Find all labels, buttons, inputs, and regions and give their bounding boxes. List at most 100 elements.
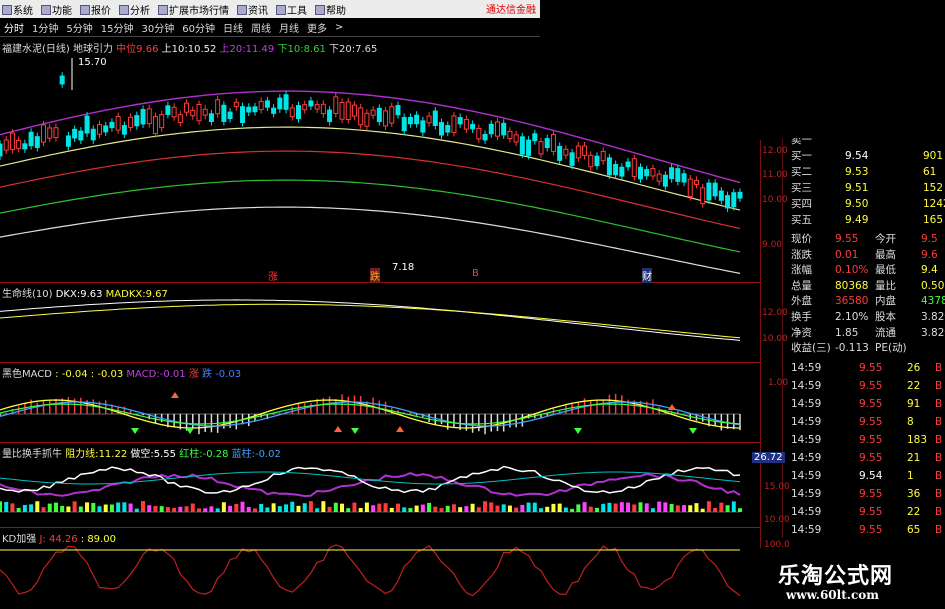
candle-body <box>177 114 183 123</box>
candle-body <box>9 132 15 150</box>
fund-bar <box>60 505 65 512</box>
fund-bar <box>271 503 276 512</box>
stat-value: 3.82亿 <box>921 326 945 339</box>
fund-bar <box>259 503 264 512</box>
stat-value: 43788 <box>921 295 945 308</box>
tick-row: 14:59 9.55 22 B <box>783 379 945 394</box>
fund-bar <box>514 507 519 512</box>
stat-value: 9.4 <box>921 264 938 277</box>
main-panel-title: 福建水泥(日线) 地球引力 中位9.66 上10:10.52 上20:11.49… <box>2 40 377 55</box>
kd-title: KD加强 <box>2 534 37 545</box>
fund-bar <box>53 502 58 512</box>
fund-bar <box>340 503 345 512</box>
kline-chart[interactable] <box>0 0 760 609</box>
short-value: 5.55 <box>153 449 177 460</box>
fund-bar <box>228 505 233 512</box>
fund-bar <box>78 506 83 512</box>
candle-body <box>128 116 134 128</box>
logo-url: www.60lt.com <box>786 588 879 602</box>
candle-body <box>3 139 9 151</box>
stat-label: 外盘 <box>791 295 812 308</box>
stat-value: 9.5 <box>921 233 938 245</box>
candle-body <box>588 154 594 168</box>
stat-label: 涨幅 <box>791 264 812 277</box>
candle-body <box>569 152 575 166</box>
fund-bar <box>327 506 332 512</box>
fund-bar <box>141 501 146 512</box>
candle-body <box>638 166 644 180</box>
fund-bar <box>103 504 108 512</box>
fund-bar <box>16 507 21 512</box>
fund-bar <box>507 505 512 512</box>
candle-body <box>196 104 202 122</box>
fund-bar <box>35 501 40 512</box>
fund-bar <box>234 503 239 512</box>
candle-body <box>0 143 3 157</box>
quote-panel: 卖一买一9.54901买二9.5361买三9.51152买四9.501242买五… <box>783 138 945 538</box>
candle-body <box>165 105 171 115</box>
candle-body <box>283 94 289 110</box>
tick-volume: 1 <box>907 469 914 482</box>
macd-rise-label: 涨 <box>188 369 199 380</box>
stat-row: 涨幅 0.10% 最低 9.4 <box>783 263 945 278</box>
fund-bar <box>433 506 438 512</box>
madkx-value: 9.67 <box>145 289 168 300</box>
fund-bar <box>184 506 189 512</box>
fund-bar <box>464 506 469 512</box>
tick-price: 9.55 <box>859 397 883 410</box>
bid-volume: 165 <box>923 214 944 226</box>
fund-bar <box>570 508 575 512</box>
stat-value: 0.50 <box>921 279 945 292</box>
macd-arrow-down-icon <box>689 428 697 434</box>
candle-body <box>414 114 420 125</box>
bid-row: 买二 9.53 61 <box>783 165 945 180</box>
bid-volume: 152 <box>923 182 944 194</box>
fund-bar <box>364 502 369 512</box>
tick-time: 14:59 <box>791 451 822 464</box>
fund-bar <box>476 507 481 512</box>
fund-bar <box>738 508 742 512</box>
site-logo: 乐淘公式网 www.60lt.com <box>758 548 945 609</box>
candle-body <box>625 161 631 168</box>
macd-fall-value: -0.03 <box>215 369 242 380</box>
fund-bar <box>520 504 525 512</box>
fund-bar <box>178 506 183 512</box>
candle-body <box>501 122 507 136</box>
blue-bar-label: 蓝柱: <box>231 449 256 460</box>
candle-body <box>718 190 724 201</box>
candle-body <box>712 182 718 197</box>
candle-body <box>507 130 513 140</box>
candle-body <box>582 145 588 156</box>
stat-value: 0.01 <box>835 248 859 261</box>
candle-body <box>221 104 227 122</box>
candle-body <box>289 107 295 118</box>
stat-row: 外盘 36580 内盘 43788 <box>783 294 945 309</box>
fund-bar <box>159 506 164 512</box>
macd-value: -0.01 <box>159 369 186 380</box>
kd-line <box>0 544 741 597</box>
tick-price: 9.55 <box>859 487 883 500</box>
candle-body <box>575 145 581 159</box>
fund-bar <box>147 505 152 512</box>
candle-body <box>631 158 637 177</box>
fund-bar <box>47 503 52 512</box>
stat-label: 收益(三) <box>791 342 831 355</box>
tick-row: 14:59 9.55 21 B <box>783 451 945 466</box>
candle-body <box>594 155 600 167</box>
tick-time: 14:59 <box>791 487 822 500</box>
candle-body <box>395 105 401 116</box>
fund-bar <box>389 507 394 512</box>
candle-body <box>426 115 432 124</box>
mid-value: 9.66 <box>136 44 159 55</box>
bid-label: 买一 <box>791 150 812 162</box>
candle-body <box>327 109 333 122</box>
candle-body <box>687 178 693 197</box>
candle-body <box>96 124 102 135</box>
tick-volume: 26 <box>907 361 921 374</box>
candle-body <box>72 128 78 139</box>
dkx-label: DKX: <box>55 289 81 300</box>
bid-volume: 1242 <box>923 198 945 210</box>
fund-bar <box>632 504 637 512</box>
fund-bar <box>308 501 313 512</box>
candle-body <box>650 168 656 177</box>
